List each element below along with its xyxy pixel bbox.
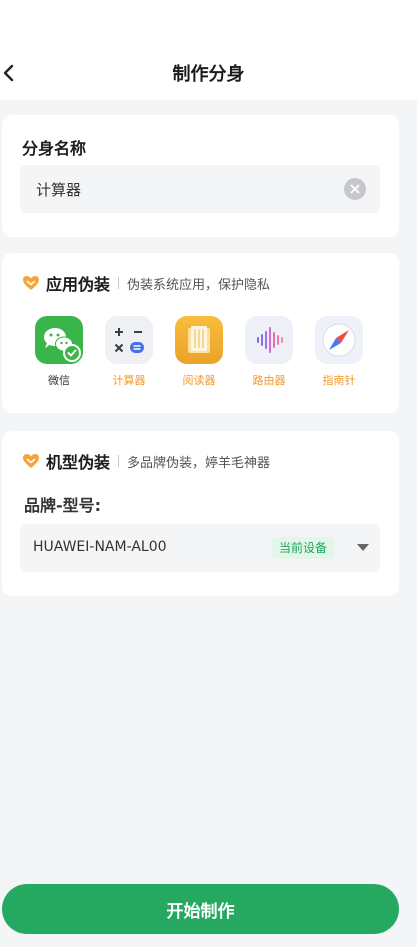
app-disguise-header: 应用伪装 伪装系统应用，保护隐私 — [22, 271, 270, 295]
clone-name-title: 分身名称 — [22, 139, 87, 158]
current-device-badge: 当前设备 — [272, 537, 335, 559]
clear-circle-icon — [350, 184, 360, 194]
calculator-icon — [105, 316, 153, 364]
app-option-wechat[interactable]: 微信 — [24, 316, 94, 388]
heart-icon — [23, 276, 39, 290]
app-option-compass[interactable]: 指南针 — [304, 316, 374, 388]
model-disguise-header: 机型伪装 多品牌伪装，婷羊毛神器 — [22, 449, 270, 473]
page-title: 制作分身 — [172, 64, 245, 85]
wechat-icon — [35, 316, 83, 364]
clone-name-input[interactable]: 计算器 — [20, 165, 380, 213]
clone-name-value: 计算器 — [36, 181, 82, 199]
app-disguise-description: 伪装系统应用，保护隐私 — [127, 277, 271, 293]
brand-model-label: 品牌-型号: — [24, 496, 102, 515]
app-disguise-card: 应用伪装 伪装系统应用，保护隐私 微信 计算器 阅读器 路由器 指南针 — [2, 253, 399, 413]
app-option-calculator[interactable]: 计算器 — [94, 316, 164, 388]
start-button[interactable]: 开始制作 — [2, 884, 399, 934]
heart-icon — [23, 454, 39, 468]
app-icon-list: 微信 计算器 阅读器 路由器 指南针 — [24, 316, 374, 388]
app-option-router[interactable]: 路由器 — [234, 316, 304, 388]
app-label: 计算器 — [112, 374, 146, 387]
compass-icon — [315, 316, 363, 364]
reader-icon — [175, 316, 223, 364]
header: 制作分身 — [0, 0, 417, 100]
model-value: HUAWEI-NAM-AL00 — [33, 539, 167, 555]
app-label: 阅读器 — [182, 374, 216, 387]
router-icon — [245, 316, 293, 364]
app-label: 微信 — [48, 374, 70, 387]
app-label: 路由器 — [252, 374, 286, 387]
divider — [118, 277, 120, 289]
clear-button[interactable] — [344, 178, 366, 200]
model-disguise-description: 多品牌伪装，婷羊毛神器 — [127, 455, 271, 471]
model-disguise-card: 机型伪装 多品牌伪装，婷羊毛神器 品牌-型号: HUAWEI-NAM-AL00 … — [2, 431, 399, 596]
model-select[interactable]: HUAWEI-NAM-AL00 当前设备 — [20, 524, 380, 572]
clone-name-card: 分身名称 计算器 — [2, 115, 399, 237]
app-disguise-title: 应用伪装 — [46, 275, 111, 294]
model-disguise-title: 机型伪装 — [46, 453, 111, 472]
divider — [118, 455, 120, 467]
app-option-reader[interactable]: 阅读器 — [164, 316, 234, 388]
page: 制作分身 分身名称 计算器 应用伪装 伪装系统应用，保护隐私 微信 计算器 阅读… — [0, 0, 417, 947]
app-label: 指南针 — [322, 374, 356, 387]
caret-down-icon — [357, 544, 369, 551]
